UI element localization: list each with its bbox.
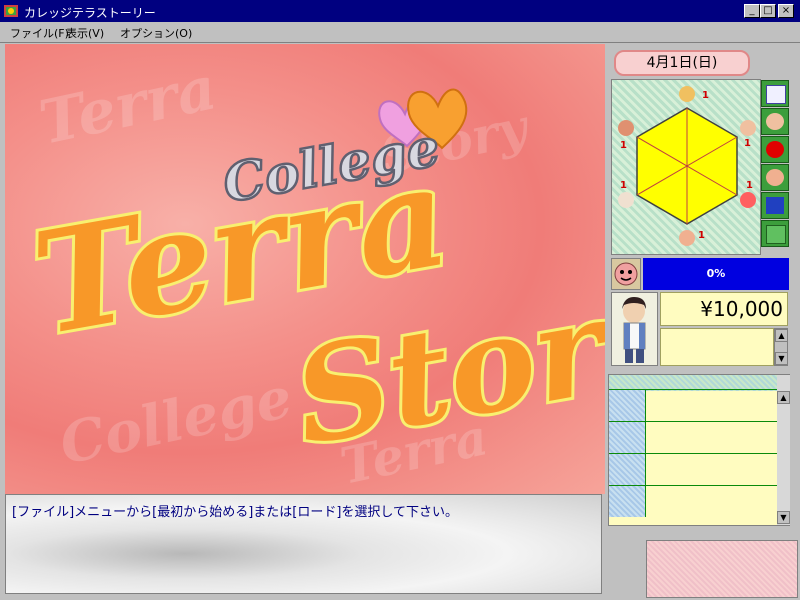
svg-text:College: College: [54, 364, 297, 477]
app-window: カレッジテラストーリー _ □ × ファイル(F) 表示(V) オプション(O)…: [0, 0, 800, 600]
list-item[interactable]: [609, 485, 777, 517]
title-logo: Terra Story College Terra College Terra …: [19, 53, 605, 494]
title-bar: カレッジテラストーリー _ □ ×: [0, 0, 800, 22]
message-window[interactable]: [ファイル]メニューから[最初から始める]または[ロード]を選択して下さい。: [5, 494, 602, 594]
shirt-icon: [766, 225, 786, 244]
appearance-button[interactable]: [761, 164, 789, 191]
minimize-button[interactable]: _: [744, 4, 760, 18]
money-display: ¥10,000: [660, 292, 788, 326]
mood-row: 0%: [611, 258, 789, 290]
menu-options[interactable]: オプション(O): [120, 25, 192, 41]
clothing-button[interactable]: [761, 220, 789, 247]
date-display: 4月1日(日): [614, 50, 750, 76]
muscle-icon: [766, 113, 784, 130]
ball-icon: [618, 120, 634, 136]
exercise-button[interactable]: [761, 108, 789, 135]
stat-value-bottom: 1: [698, 230, 705, 241]
schedule-list[interactable]: ▲ ▼: [608, 374, 790, 526]
scroll-up-icon[interactable]: ▲: [777, 391, 790, 404]
player-avatar: [611, 292, 658, 366]
title-screen[interactable]: Terra Story College Terra College Terra …: [5, 44, 605, 494]
close-button[interactable]: ×: [778, 4, 794, 18]
svg-text:Terra: Terra: [34, 53, 223, 158]
menu-view[interactable]: 表示(V): [66, 25, 104, 41]
list-item[interactable]: [609, 421, 777, 453]
sneaker-icon: [766, 197, 784, 214]
stats-radar-panel: 1 1 1 1 1 1: [611, 79, 761, 255]
stat-value-bottom-left: 1: [620, 180, 627, 191]
heart-icon: [766, 141, 784, 158]
money-detail-area: [660, 328, 774, 366]
study-book-button[interactable]: [761, 80, 789, 107]
sports-button[interactable]: [761, 192, 789, 219]
mood-face-icon: [611, 258, 641, 290]
menu-file[interactable]: ファイル(F): [10, 25, 69, 41]
face-icon: [679, 230, 695, 246]
info-panel: [646, 540, 798, 598]
stat-value-top: 1: [702, 90, 709, 101]
love-button[interactable]: [761, 136, 789, 163]
stat-value-top-left: 1: [620, 140, 627, 151]
money-scrollbar[interactable]: ▲ ▼: [774, 328, 788, 366]
message-text: [ファイル]メニューから[最初から始める]または[ロード]を選択して下さい。: [12, 505, 459, 520]
mood-gauge: 0%: [643, 258, 789, 290]
crown-icon: [679, 86, 695, 102]
maximize-button[interactable]: □: [760, 4, 776, 18]
book-icon: [766, 85, 786, 104]
stat-value-top-right: 1: [744, 138, 751, 149]
status-panel: 4月1日(日) 1 1 1 1 1 1 0% ¥10,000 ▲ ▼ ▲ ▼: [608, 44, 800, 600]
list-item[interactable]: [609, 389, 777, 421]
list-item[interactable]: [609, 453, 777, 485]
muscle-icon: [740, 120, 756, 136]
heart-icon: [740, 192, 756, 208]
stat-value-bottom-right: 1: [746, 180, 753, 191]
scroll-down-icon[interactable]: ▼: [775, 352, 788, 365]
schedule-scrollbar[interactable]: ▲ ▼: [777, 375, 790, 525]
app-icon[interactable]: [3, 3, 19, 19]
window-title: カレッジテラストーリー: [24, 6, 156, 20]
menu-bar: ファイル(F) 表示(V) オプション(O): [0, 22, 800, 43]
face-icon: [766, 169, 784, 186]
scroll-down-icon[interactable]: ▼: [777, 511, 790, 524]
sneaker-icon: [618, 192, 634, 208]
scroll-up-icon[interactable]: ▲: [775, 329, 788, 342]
